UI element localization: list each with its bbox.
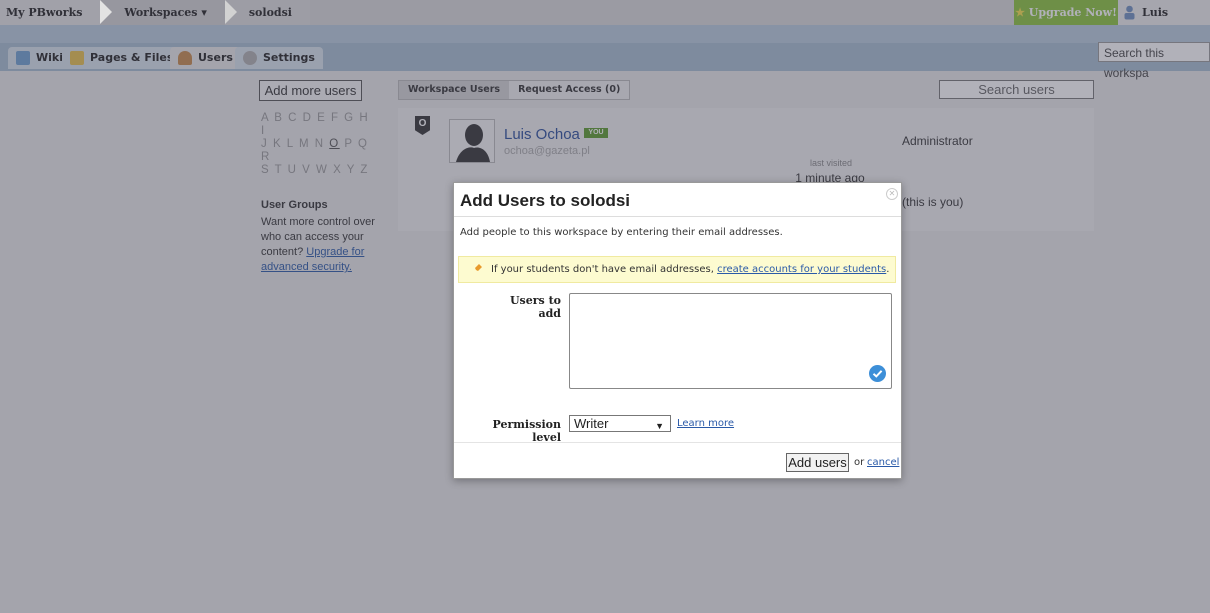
divider bbox=[454, 216, 901, 217]
add-users-dialog: Add Users to solodsi ✕ Add people to thi… bbox=[453, 182, 902, 479]
divider bbox=[454, 442, 901, 443]
students-note: If your students don't have email addres… bbox=[458, 256, 896, 283]
create-student-accounts-link[interactable]: create accounts for your students bbox=[717, 264, 886, 275]
pushpin-icon bbox=[473, 264, 482, 273]
permission-level-select[interactable]: Writer ▼ bbox=[569, 415, 671, 432]
close-icon[interactable]: ✕ bbox=[886, 188, 898, 200]
add-users-button[interactable]: Add users bbox=[786, 453, 849, 472]
learn-more-link[interactable]: Learn more bbox=[677, 418, 734, 429]
check-icon bbox=[869, 365, 886, 382]
or-text: or bbox=[854, 457, 865, 468]
dialog-title: Add Users to solodsi bbox=[460, 191, 631, 210]
permission-value: Writer bbox=[574, 416, 609, 431]
users-to-add-label: Users to add bbox=[509, 294, 561, 320]
dialog-intro: Add people to this workspace by entering… bbox=[460, 227, 783, 238]
cancel-link[interactable]: cancel bbox=[867, 457, 899, 468]
users-to-add-field[interactable] bbox=[569, 293, 892, 389]
permission-level-label: Permission level bbox=[492, 418, 562, 444]
chevron-down-icon: ▼ bbox=[655, 421, 664, 431]
